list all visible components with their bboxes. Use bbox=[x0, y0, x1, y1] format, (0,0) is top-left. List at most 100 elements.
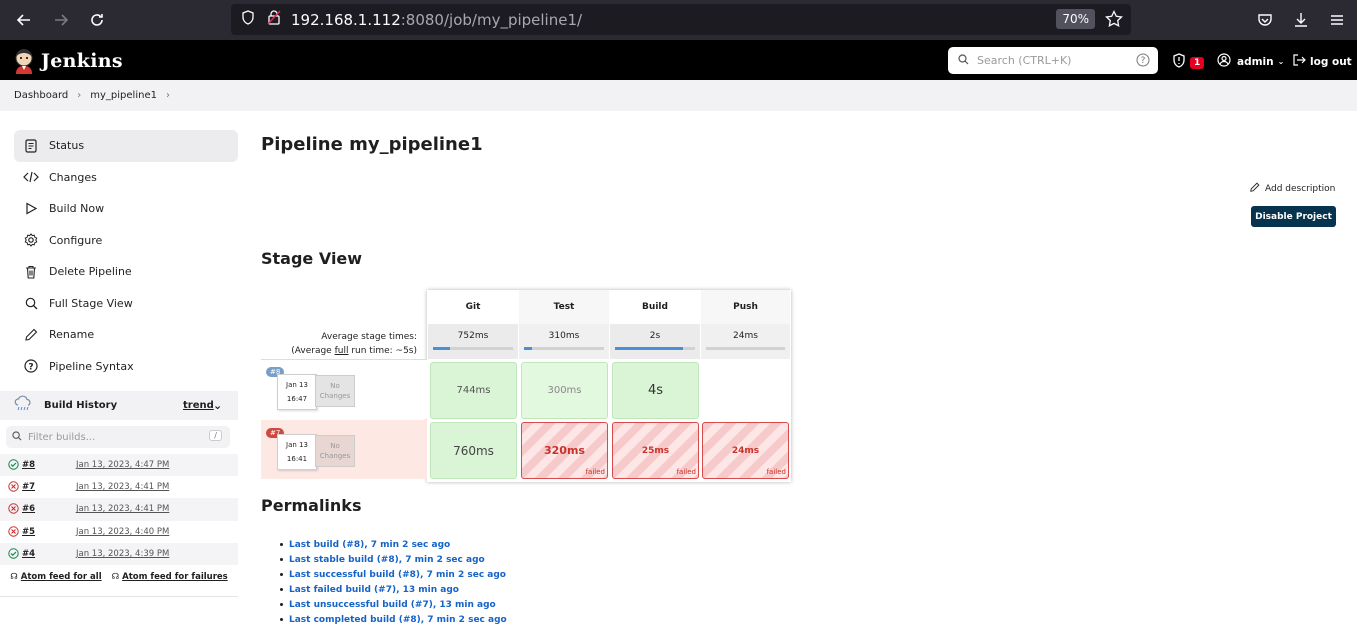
breadcrumb-job[interactable]: my_pipeline1 bbox=[90, 90, 157, 101]
help-icon[interactable]: ? bbox=[1136, 53, 1150, 70]
chevron-down-icon[interactable]: ⌄ bbox=[213, 399, 222, 412]
feed-failures-label[interactable]: Atom feed for failures bbox=[122, 572, 228, 582]
permalinks-title: Permalinks bbox=[261, 496, 362, 515]
reload-icon[interactable] bbox=[85, 8, 109, 32]
stage-view-title: Stage View bbox=[261, 249, 363, 268]
failure-x-icon bbox=[8, 503, 19, 517]
build-number[interactable]: #6 bbox=[22, 504, 35, 514]
help-icon: ? bbox=[22, 357, 40, 375]
run-datetime-card: Jan 13 16:47 bbox=[277, 374, 317, 410]
build-history-header: Build History trend ⌄ bbox=[0, 391, 238, 420]
stage-cell-failed[interactable]: 320ms failed bbox=[521, 422, 608, 479]
permalink[interactable]: Last unsuccessful build (#7), 13 min ago bbox=[280, 597, 507, 612]
shortcut-key: / bbox=[209, 430, 222, 441]
build-row[interactable]: #7 Jan 13, 2023, 4:41 PM bbox=[0, 476, 238, 498]
avg-value: 2s bbox=[649, 331, 661, 341]
build-number[interactable]: #4 bbox=[22, 549, 35, 559]
gear-icon bbox=[22, 231, 40, 249]
chevron-right-icon: › bbox=[77, 90, 82, 101]
svg-text:?: ? bbox=[1141, 56, 1146, 66]
task-label: Pipeline Syntax bbox=[49, 359, 134, 373]
permalink[interactable]: Last build (#8), 7 min 2 sec ago bbox=[280, 537, 507, 552]
search-box[interactable]: Search (CTRL+K) ? bbox=[948, 47, 1158, 74]
search-input[interactable]: Search (CTRL+K) bbox=[977, 54, 1071, 67]
task-changes[interactable]: Changes bbox=[14, 162, 238, 194]
build-row[interactable]: #5 Jan 13, 2023, 4:40 PM bbox=[0, 521, 238, 543]
permalink[interactable]: Last successful build (#8), 7 min 2 sec … bbox=[280, 567, 507, 582]
task-full-stage-view[interactable]: Full Stage View bbox=[14, 288, 238, 320]
run-time: 16:47 bbox=[286, 395, 308, 403]
shield-icon bbox=[241, 10, 259, 29]
filter-placeholder: Filter builds... bbox=[28, 431, 96, 443]
failure-x-icon bbox=[8, 525, 19, 540]
run-changes[interactable]: No Changes bbox=[315, 435, 355, 467]
build-row[interactable]: #8 Jan 13, 2023, 4:47 PM bbox=[0, 454, 238, 477]
failed-label: failed bbox=[676, 468, 696, 476]
stage-cell-failed[interactable]: 25ms failed bbox=[612, 422, 699, 479]
permalink[interactable]: Last stable build (#8), 7 min 2 sec ago bbox=[280, 552, 507, 567]
rss-icon: ☊ bbox=[10, 571, 21, 582]
permalink[interactable]: Last completed build (#8), 7 min 2 sec a… bbox=[280, 612, 507, 627]
avg-label-pre: (Average bbox=[291, 346, 335, 356]
bookmark-star-icon[interactable] bbox=[1105, 9, 1123, 32]
logout-link[interactable]: log out bbox=[1292, 53, 1352, 70]
avg-bar bbox=[615, 347, 695, 350]
back-icon[interactable] bbox=[12, 8, 36, 32]
user-menu[interactable]: admin ⌄ bbox=[1217, 53, 1284, 70]
run-changes[interactable]: No Changes bbox=[315, 375, 355, 407]
task-status[interactable]: Status bbox=[14, 130, 238, 162]
download-icon[interactable] bbox=[1289, 8, 1313, 32]
build-number[interactable]: #8 bbox=[22, 460, 35, 470]
pocket-icon[interactable] bbox=[1253, 8, 1277, 32]
logout-icon bbox=[1292, 53, 1306, 70]
avg-bar bbox=[524, 347, 604, 350]
build-row[interactable]: #6 Jan 13, 2023, 4:41 PM bbox=[0, 498, 238, 521]
task-configure[interactable]: Configure bbox=[14, 225, 238, 257]
build-number[interactable]: #5 bbox=[22, 527, 35, 537]
filter-builds-input[interactable]: Filter builds... / bbox=[6, 426, 230, 448]
breadcrumb-dashboard[interactable]: Dashboard bbox=[14, 90, 68, 101]
task-rename[interactable]: Rename bbox=[14, 319, 238, 351]
menu-icon[interactable] bbox=[1325, 8, 1349, 32]
build-row[interactable]: #4 Jan 13, 2023, 4:39 PM bbox=[0, 542, 238, 565]
zoom-level[interactable]: 70% bbox=[1056, 9, 1095, 29]
security-notifications[interactable]: 1 bbox=[1172, 53, 1205, 72]
add-description-link[interactable]: Add description bbox=[1250, 182, 1335, 195]
success-check-icon bbox=[8, 548, 19, 562]
permalink[interactable]: Last failed build (#7), 13 min ago bbox=[280, 582, 507, 597]
stage-cell[interactable]: 744ms bbox=[430, 362, 517, 419]
weather-cloud-icon bbox=[14, 395, 32, 416]
trend-link[interactable]: trend bbox=[183, 400, 214, 411]
stage-cell[interactable]: 760ms bbox=[430, 422, 517, 479]
build-date[interactable]: Jan 13, 2023, 4:39 PM bbox=[76, 549, 169, 559]
build-date[interactable]: Jan 13, 2023, 4:40 PM bbox=[76, 527, 169, 537]
feed-all-link[interactable]: ☊ Atom feed for all bbox=[10, 572, 101, 582]
build-date[interactable]: Jan 13, 2023, 4:41 PM bbox=[76, 504, 169, 514]
permalinks-list: Last build (#8), 7 min 2 sec ago Last st… bbox=[280, 537, 507, 627]
stage-header-test: Test bbox=[519, 290, 609, 324]
jenkins-butler-icon bbox=[15, 49, 33, 74]
build-date[interactable]: Jan 13, 2023, 4:47 PM bbox=[76, 460, 169, 470]
address-bar[interactable]: 192.168.1.112:8080/job/my_pipeline1/ 70% bbox=[231, 4, 1131, 35]
task-pipeline-syntax[interactable]: ? Pipeline Syntax bbox=[14, 351, 238, 383]
stage-cell-value: 25ms bbox=[641, 445, 670, 456]
feed-failures-link[interactable]: ☊ Atom feed for failures bbox=[112, 572, 228, 582]
jenkins-logo[interactable]: Jenkins bbox=[13, 48, 123, 74]
run-row-label: #7 Jan 13 16:41 No Changes bbox=[261, 420, 427, 479]
build-number[interactable]: #7 bbox=[22, 482, 35, 492]
task-build-now[interactable]: Build Now bbox=[14, 193, 238, 225]
breadcrumb: Dashboard › my_pipeline1 › bbox=[0, 80, 1357, 111]
avg-bar-fill bbox=[615, 347, 683, 350]
stage-cell[interactable]: 4s bbox=[612, 362, 699, 419]
feed-all-label[interactable]: Atom feed for all bbox=[21, 572, 102, 582]
insecure-lock-icon[interactable] bbox=[267, 10, 285, 29]
stage-cell-failed[interactable]: 24ms failed bbox=[702, 422, 789, 479]
disable-project-button[interactable]: Disable Project bbox=[1251, 206, 1336, 227]
forward-icon[interactable] bbox=[49, 8, 73, 32]
avg-cell-git: 752ms bbox=[428, 324, 518, 359]
chevron-right-icon[interactable]: › bbox=[166, 90, 170, 101]
build-history-title: Build History bbox=[44, 400, 118, 411]
stage-cell[interactable]: 300ms bbox=[521, 362, 608, 419]
build-date[interactable]: Jan 13, 2023, 4:41 PM bbox=[76, 482, 169, 492]
task-delete-pipeline[interactable]: Delete Pipeline bbox=[14, 256, 238, 288]
